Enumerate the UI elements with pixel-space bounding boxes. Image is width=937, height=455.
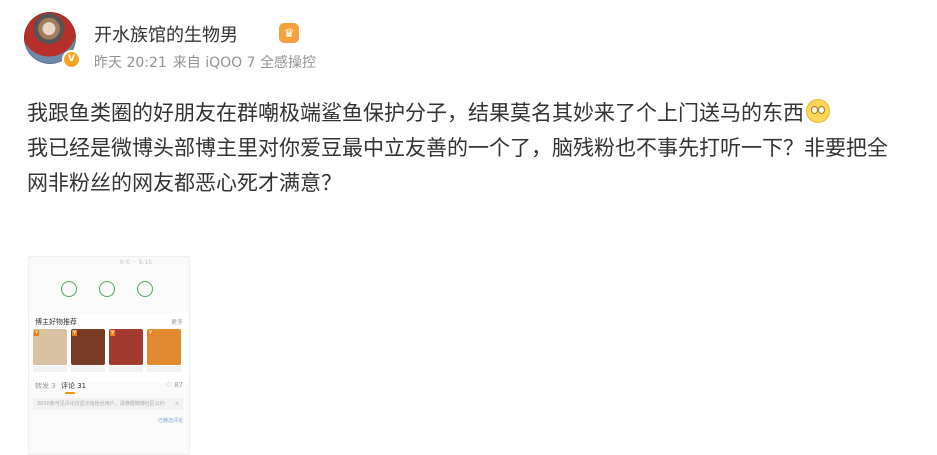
image-tabs: 转发 3 评论 31 ♡ 87 bbox=[29, 381, 189, 395]
product-price bbox=[71, 366, 105, 372]
wechat-icon bbox=[61, 281, 77, 297]
product-card: ¥ bbox=[71, 329, 105, 365]
product-section: 博主好物推荐 更多 ¥ ¥ ¥ ¥ bbox=[29, 313, 189, 383]
image-bottom-link: 已精选评论 bbox=[157, 418, 183, 424]
product-card: ¥ bbox=[147, 329, 181, 365]
product-price bbox=[109, 366, 143, 372]
attached-image[interactable]: ©© ·· 5:15 博主好物推荐 更多 ¥ ¥ ¥ ¥ 转发 3 评论 31 … bbox=[28, 256, 190, 455]
post-text-line-2: 我已经是微博头部博主里对你爱豆最中立友善的一个了，脑残粉也不事先打听一下？非要把… bbox=[27, 136, 888, 195]
product-card: ¥ bbox=[33, 329, 67, 365]
product-section-more: 更多 bbox=[170, 319, 183, 326]
post-meta: 昨天 20:21 来自 iQOO 7 全感操控 bbox=[94, 52, 322, 72]
crown-icon[interactable]: ♛ bbox=[279, 23, 299, 43]
product-price bbox=[147, 366, 181, 372]
close-icon: × bbox=[174, 401, 179, 407]
product-section-title: 博主好物推荐 bbox=[35, 318, 77, 326]
share-icon bbox=[137, 281, 153, 297]
tab-comments: 评论 31 bbox=[61, 382, 87, 390]
likes-count: ♡ 87 bbox=[165, 381, 183, 389]
post-text: 我跟鱼类圈的好朋友在群嘲极端鲨鱼保护分子，结果莫名其妙来了个上门送马的东西 我已… bbox=[27, 96, 907, 201]
post-time[interactable]: 昨天 20:21 bbox=[94, 55, 167, 71]
product-card: ¥ bbox=[109, 329, 143, 365]
post-text-line-1: 我跟鱼类圈的好朋友在群嘲极端鲨鱼保护分子，结果莫名其妙来了个上门送马的东西 bbox=[27, 96, 907, 131]
author-name[interactable]: 开水族馆的生物男 bbox=[94, 21, 238, 47]
moments-icon bbox=[99, 281, 115, 297]
image-icon-row bbox=[59, 281, 169, 301]
tab-underline bbox=[65, 392, 75, 394]
dizzy-face-emoji-icon bbox=[806, 99, 830, 123]
post-header: V 开水族馆的生物男 ♛ 昨天 20:21 来自 iQOO 7 全感操控 bbox=[24, 12, 904, 72]
tab-repost: 转发 3 bbox=[35, 382, 56, 390]
comment-notice: 3030条可见评论仅显示给粉丝用户，请遵循微博社区公约 × bbox=[33, 398, 183, 410]
post-source: 来自 iQOO 7 全感操控 bbox=[172, 55, 317, 71]
product-price bbox=[33, 366, 67, 372]
verified-badge-icon: V bbox=[62, 50, 81, 69]
image-status-text: ©© ·· 5:15 bbox=[119, 259, 153, 266]
